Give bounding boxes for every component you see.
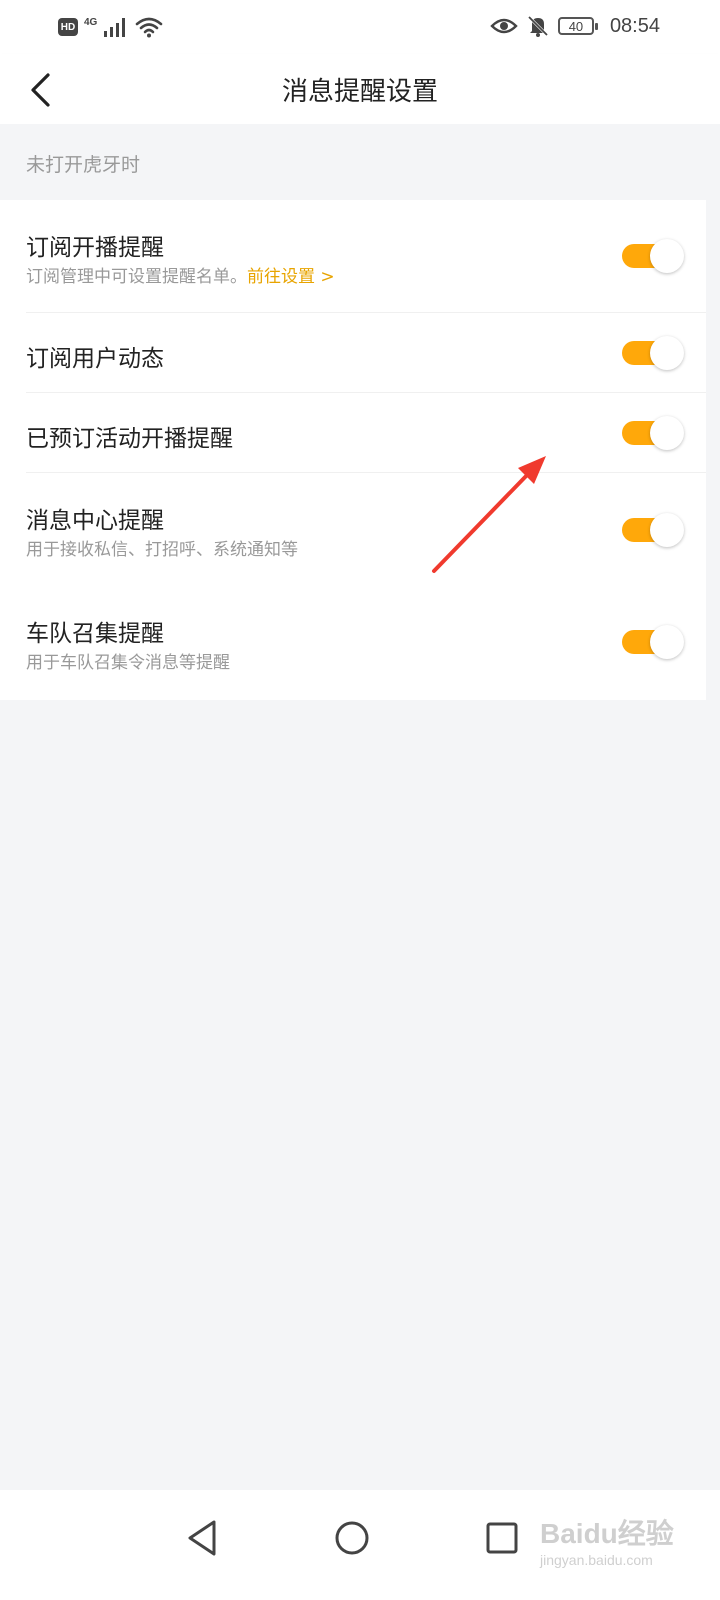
- back-button[interactable]: [16, 66, 64, 114]
- setting-title: 消息中心提醒: [26, 508, 164, 534]
- home-circle-icon: [335, 1521, 369, 1555]
- setting-title: 已预订活动开播提醒: [26, 426, 233, 452]
- system-back-button[interactable]: [172, 1508, 232, 1568]
- watermark-main: Baidu经验: [540, 1518, 674, 1549]
- toggle-knob: [650, 513, 684, 547]
- status-left: HD 4G: [58, 12, 163, 42]
- setting-subtitle: 用于车队召集令消息等提醒: [26, 653, 230, 673]
- system-recents-button[interactable]: [472, 1508, 532, 1568]
- toggle-switch[interactable]: [622, 239, 684, 273]
- setting-subtitle-text: 订阅管理中可设置提醒名单。: [26, 267, 247, 287]
- signal-icon: [104, 18, 126, 37]
- system-home-button[interactable]: [322, 1508, 382, 1568]
- chevron-left-icon: [31, 73, 50, 107]
- setting-row-subscribe-live: 订阅开播提醒 订阅管理中可设置提醒名单。前往设置 >: [0, 200, 706, 313]
- setting-title: 订阅开播提醒: [26, 235, 164, 261]
- go-settings-link[interactable]: 前往设置 >: [247, 267, 335, 287]
- clock: 08:54: [609, 14, 660, 37]
- status-right: 40 08:54: [490, 10, 660, 42]
- watermark: Baidu经验 jingyan.baidu.com: [540, 1502, 680, 1582]
- setting-title: 订阅用户动态: [26, 346, 164, 372]
- hd-badge: HD: [58, 18, 78, 36]
- bell-off-icon: [527, 15, 548, 37]
- wifi-icon: [136, 17, 163, 38]
- section-title: 未打开虎牙时: [26, 154, 141, 176]
- setting-subtitle: 用于接收私信、打招呼、系统通知等: [26, 540, 298, 560]
- app-header: 消息提醒设置: [0, 54, 720, 124]
- toggle-switch[interactable]: [622, 513, 684, 547]
- setting-row-message-center: 消息中心提醒 用于接收私信、打招呼、系统通知等: [0, 473, 706, 586]
- network-type-label: 4G: [84, 16, 98, 28]
- system-nav-bar: Baidu经验 jingyan.baidu.com: [0, 1490, 720, 1600]
- setting-row-user-activity: 订阅用户动态: [0, 313, 706, 393]
- toggle-switch[interactable]: [622, 416, 684, 450]
- status-bar: HD 4G 40 08:54: [0, 0, 720, 54]
- battery-icon: 40: [557, 17, 598, 35]
- page-title: 消息提醒设置: [281, 76, 438, 107]
- toggle-knob: [650, 625, 684, 659]
- toggle-knob: [650, 239, 684, 273]
- recents-square-icon: [486, 1522, 518, 1554]
- toggle-knob: [650, 336, 684, 370]
- toggle-knob: [650, 416, 684, 450]
- setting-subtitle: 订阅管理中可设置提醒名单。前往设置 >: [26, 262, 335, 287]
- back-triangle-icon: [188, 1520, 216, 1556]
- toggle-switch[interactable]: [622, 625, 684, 659]
- section-header: 未打开虎牙时: [0, 124, 720, 200]
- setting-row-reserved-event: 已预订活动开播提醒: [0, 393, 706, 473]
- watermark-sub: jingyan.baidu.com: [540, 1552, 653, 1568]
- eye-icon: [490, 18, 518, 34]
- toggle-switch[interactable]: [622, 336, 684, 370]
- settings-list: 订阅开播提醒 订阅管理中可设置提醒名单。前往设置 > 订阅用户动态 已预订活动开…: [0, 200, 706, 700]
- setting-row-team-call: 车队召集提醒 用于车队召集令消息等提醒: [0, 586, 706, 700]
- setting-title: 车队召集提醒: [26, 621, 164, 647]
